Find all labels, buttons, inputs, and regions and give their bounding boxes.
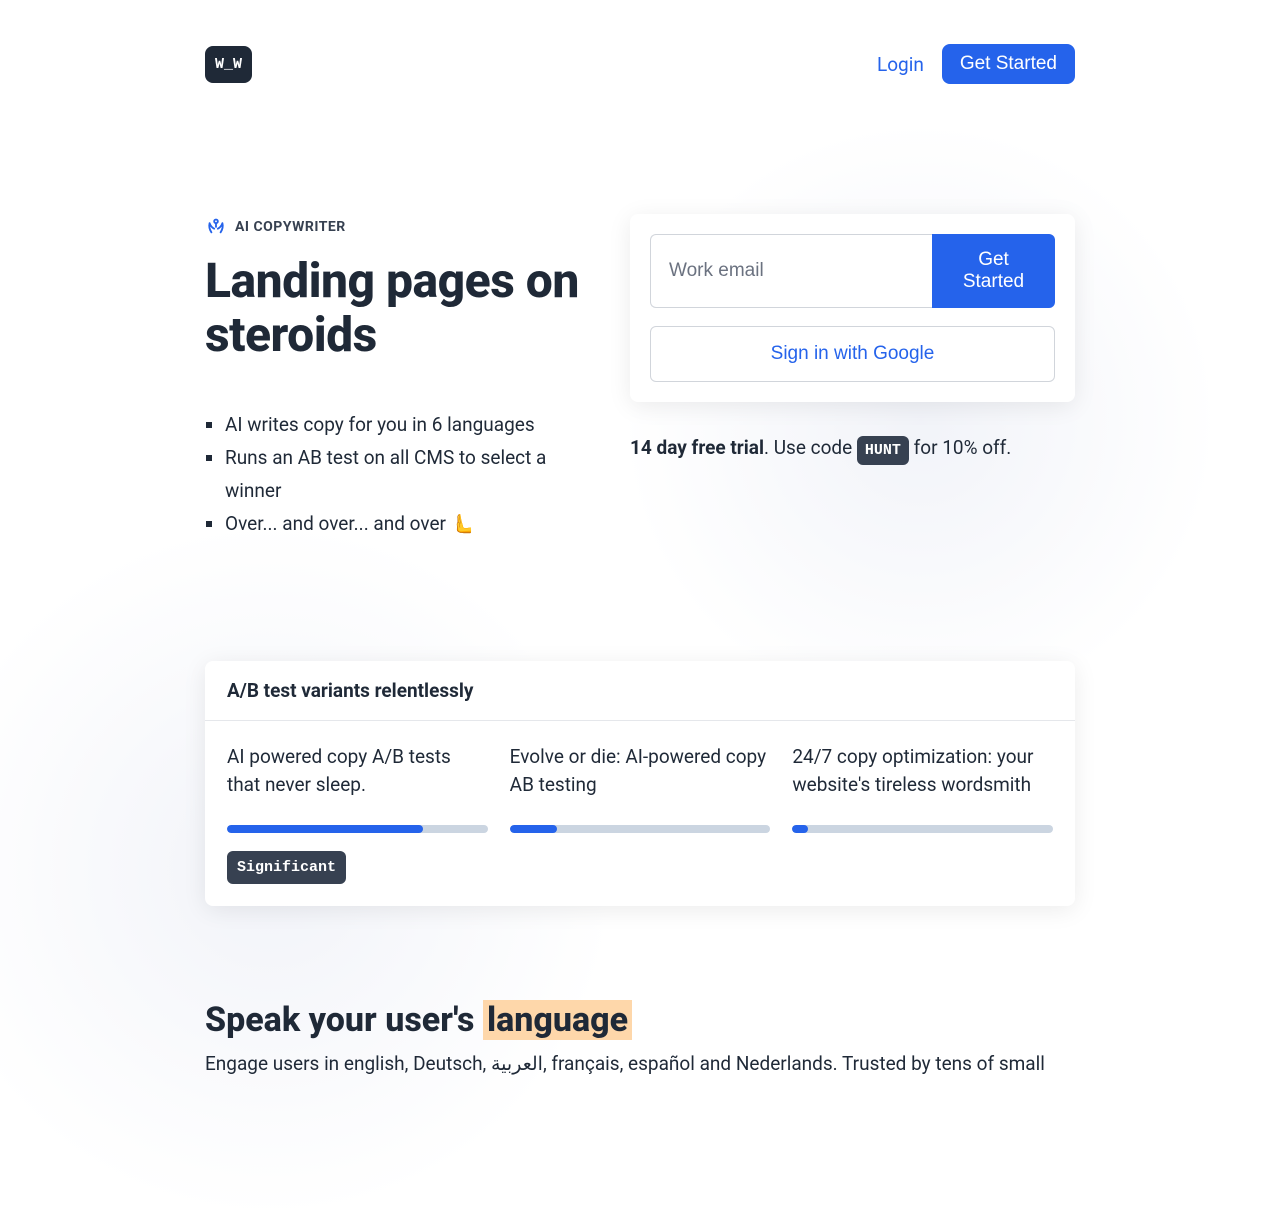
language-section: Speak your user's language Engage users … (205, 1000, 1075, 1079)
hero-section: AI COPYWRITER Landing pages on steroids … (205, 214, 1075, 541)
abtest-title: A/B test variants relentlessly (227, 679, 1053, 702)
abtest-variant: AI powered copy A/B tests that never sle… (227, 743, 488, 833)
language-title: Speak your user's language (205, 1000, 1075, 1040)
hero-bullet-list: AI writes copy for you in 6 languages Ru… (205, 408, 590, 541)
signup-row: Get Started (650, 234, 1055, 308)
abtest-variant: 24/7 copy optimization: your website's t… (792, 743, 1053, 833)
hero-right: Get Started Sign in with Google 14 day f… (630, 214, 1075, 459)
abtest-card: A/B test variants relentlessly AI powere… (205, 661, 1075, 906)
email-input[interactable] (650, 234, 932, 308)
progress-bar (510, 825, 771, 833)
eyebrow-text: AI COPYWRITER (235, 219, 346, 235)
nav-right: Login Get Started (877, 44, 1075, 84)
hero-bullet: Over... and over... and over 🫷 (225, 507, 590, 540)
language-title-highlight: language (483, 1000, 632, 1040)
variant-text: Evolve or die: AI-powered copy AB testin… (510, 743, 771, 803)
get-started-button[interactable]: Get Started (942, 44, 1075, 84)
eyebrow: AI COPYWRITER (205, 214, 590, 240)
language-title-pre: Speak your user's (205, 1000, 483, 1040)
variant-text: AI powered copy A/B tests that never sle… (227, 743, 488, 803)
signup-button[interactable]: Get Started (932, 234, 1055, 308)
google-signin-button[interactable]: Sign in with Google (650, 326, 1055, 382)
laurel-icon (205, 214, 227, 240)
signup-card: Get Started Sign in with Google (630, 214, 1075, 402)
trial-mid: . Use code (764, 436, 857, 459)
significant-badge: Significant (227, 851, 346, 884)
progress-fill (227, 825, 423, 833)
abtest-header: A/B test variants relentlessly (205, 661, 1075, 721)
progress-fill (510, 825, 557, 833)
login-link[interactable]: Login (877, 53, 924, 76)
hero-title: Landing pages on steroids (205, 254, 590, 362)
abtest-body: AI powered copy A/B tests that never sle… (205, 721, 1075, 833)
hero-left: AI COPYWRITER Landing pages on steroids … (205, 214, 590, 541)
hero-bullet: Runs an AB test on all CMS to select a w… (225, 441, 590, 508)
abtest-variant: Evolve or die: AI-powered copy AB testin… (510, 743, 771, 833)
navbar: W_W Login Get Started (205, 0, 1075, 84)
progress-bar (792, 825, 1053, 833)
variant-text: 24/7 copy optimization: your website's t… (792, 743, 1053, 803)
trial-end: for 10% off. (909, 436, 1011, 459)
progress-fill (792, 825, 808, 833)
progress-bar (227, 825, 488, 833)
promo-code-badge: HUNT (857, 436, 909, 465)
logo[interactable]: W_W (205, 46, 252, 83)
abtest-footer: Significant (205, 833, 1075, 906)
language-subtitle: Engage users in english, Deutsch, العربي… (205, 1050, 1075, 1079)
trial-text: 14 day free trial. Use code HUNT for 10%… (630, 436, 1075, 459)
trial-bold: 14 day free trial (630, 436, 764, 459)
hero-bullet: AI writes copy for you in 6 languages (225, 408, 590, 441)
